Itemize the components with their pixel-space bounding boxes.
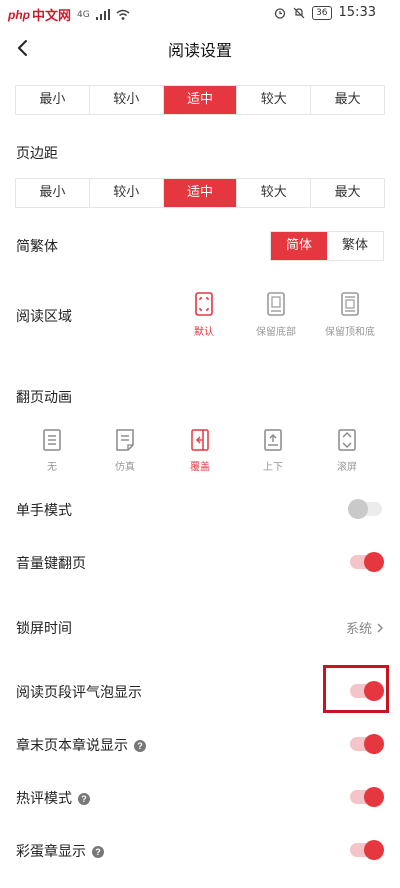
margin-option-selected[interactable]: 适中 (163, 179, 238, 207)
conversion-selector: 简体 繁体 (270, 231, 384, 261)
margin-selector: 最小 较小 适中 较大 最大 (15, 178, 385, 208)
toggle-knob (348, 499, 368, 519)
animation-cover[interactable]: 覆盖 (164, 429, 236, 473)
auto-scroll-icon (338, 429, 356, 451)
php-cn-logo: php 中文网 (8, 5, 72, 25)
simplified-option[interactable]: 简体 (271, 232, 327, 260)
page-title: 阅读设置 (167, 41, 232, 60)
chapter-end-text: 章末页本章说显示 (16, 738, 128, 754)
network-type: 4G (77, 9, 90, 20)
cover-page-icon (191, 429, 209, 451)
font-size-option[interactable]: 较大 (237, 86, 312, 114)
reading-area-caption: 保留顶和底 (325, 327, 375, 338)
animation-caption: 无 (47, 462, 57, 473)
battery-icon: 36 (312, 5, 332, 20)
reading-area-keep-top-bottom[interactable]: 保留顶和底 (314, 292, 386, 338)
margin-option[interactable]: 最小 (16, 179, 90, 207)
reading-area-caption: 保留底部 (256, 327, 296, 338)
margin-option[interactable]: 较小 (90, 179, 164, 207)
help-icon[interactable]: ? (92, 846, 104, 858)
font-size-option-selected[interactable]: 适中 (163, 86, 238, 114)
easter-egg-label: 彩蛋章显示? (16, 841, 104, 861)
keep-top-bottom-icon (341, 292, 359, 316)
animation-none[interactable]: 无 (16, 429, 88, 473)
volume-key-label: 音量键翻页 (16, 556, 86, 572)
reading-area-default[interactable]: 默认 (168, 292, 240, 338)
font-size-selector: 最小 较小 适中 较大 最大 (15, 85, 385, 115)
hot-comment-label: 热评模式? (16, 788, 90, 808)
alarm-icon (274, 7, 286, 19)
animation-simulate[interactable]: 仿真 (89, 429, 161, 473)
one-hand-toggle[interactable] (348, 497, 384, 521)
one-hand-label: 单手模式 (16, 503, 72, 519)
none-page-icon (43, 429, 61, 451)
toggle-knob (364, 734, 384, 754)
animation-caption: 覆盖 (190, 462, 210, 473)
font-size-option[interactable]: 最大 (311, 86, 384, 114)
toggle-knob (364, 787, 384, 807)
vertical-scroll-icon (264, 429, 282, 451)
easter-egg-toggle[interactable] (350, 838, 384, 862)
toggle-knob (364, 840, 384, 860)
signal-icon (95, 9, 110, 20)
lock-time-value-row[interactable]: 系统 (346, 618, 384, 637)
simulate-page-icon (116, 429, 134, 451)
hot-comment-toggle[interactable] (350, 785, 384, 809)
chapter-end-label: 章末页本章说显示? (16, 735, 146, 755)
header: 阅读设置 (0, 28, 400, 68)
hot-comment-text: 热评模式 (16, 791, 72, 807)
mute-icon (293, 7, 305, 18)
toggle-knob (364, 552, 384, 572)
lock-time-value: 系统 (345, 622, 372, 637)
font-size-option[interactable]: 最小 (16, 86, 90, 114)
page-animation-label: 翻页动画 (16, 390, 72, 406)
volume-key-toggle[interactable] (350, 550, 384, 574)
logo-cn-text: 中文网 (32, 9, 72, 24)
keep-bottom-icon (267, 292, 285, 316)
reading-area-label: 阅读区域 (16, 309, 72, 325)
default-area-icon (195, 292, 213, 316)
margin-option[interactable]: 较大 (237, 179, 312, 207)
animation-auto-scroll[interactable]: 滚屏 (311, 429, 383, 473)
animation-caption: 仿真 (115, 462, 135, 473)
reading-area-caption: 默认 (194, 327, 214, 338)
status-bar: php 中文网 4G 36 15:33 (0, 0, 400, 28)
chevron-right-icon (377, 623, 383, 632)
clock-time: 15:33 (338, 5, 376, 20)
lock-time-label: 锁屏时间 (16, 621, 72, 637)
animation-caption: 滚屏 (337, 462, 357, 473)
highlight-box (323, 665, 389, 713)
reading-area-keep-bottom[interactable]: 保留底部 (240, 292, 312, 338)
font-size-option[interactable]: 较小 (90, 86, 164, 114)
easter-egg-text: 彩蛋章显示 (16, 844, 86, 860)
chapter-end-toggle[interactable] (350, 732, 384, 756)
margin-option[interactable]: 最大 (311, 179, 384, 207)
conversion-label: 简繁体 (16, 239, 58, 255)
wifi-icon (116, 9, 130, 20)
help-icon[interactable]: ? (78, 793, 90, 805)
animation-vertical[interactable]: 上下 (237, 429, 309, 473)
animation-caption: 上下 (263, 462, 283, 473)
traditional-option[interactable]: 繁体 (327, 232, 383, 260)
logo-php-text: php (8, 7, 30, 22)
margin-label: 页边距 (16, 146, 58, 162)
help-icon[interactable]: ? (134, 740, 146, 752)
bubble-label: 阅读页段评气泡显示 (16, 685, 142, 701)
